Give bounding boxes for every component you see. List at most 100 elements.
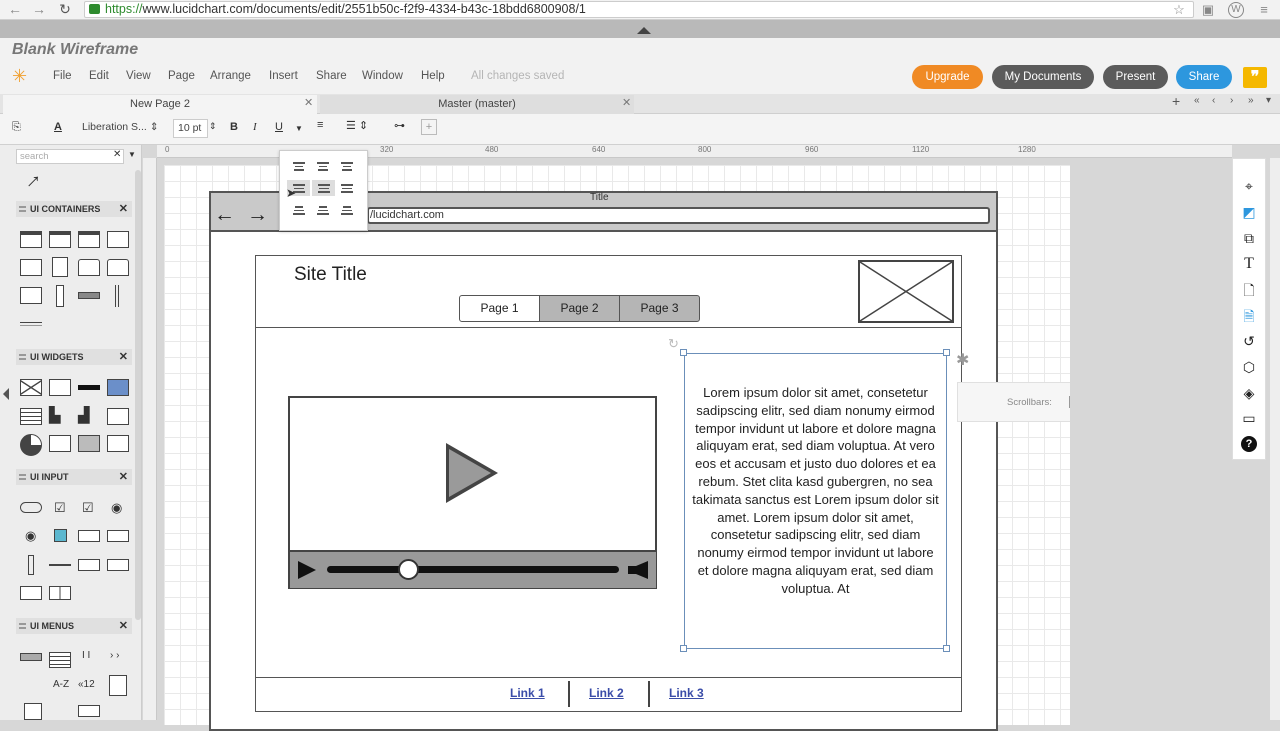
section-ui-widgets[interactable]: UI WIDGETS ✕ xyxy=(16,349,132,365)
bold-button[interactable]: B xyxy=(230,121,238,133)
breadcrumb-icon[interactable]: › › xyxy=(110,650,119,661)
font-family-select[interactable]: Liberation S... ⇕ xyxy=(78,119,166,138)
underline-dropdown-icon[interactable]: ▼ xyxy=(295,124,303,133)
comments-icon[interactable]: ❞ xyxy=(1243,67,1267,88)
back-icon[interactable]: ← xyxy=(6,1,24,18)
menu-icon[interactable]: ≡ xyxy=(1256,2,1272,18)
my-documents-button[interactable]: My Documents xyxy=(992,65,1094,89)
resize-handle[interactable] xyxy=(943,645,950,652)
lucidchart-logo-icon[interactable]: ✳ xyxy=(12,66,34,86)
container-shape-icon[interactable] xyxy=(56,285,64,307)
italic-button[interactable]: I xyxy=(253,121,257,133)
resize-handle[interactable] xyxy=(943,349,950,356)
rotate-handle-icon[interactable]: ↻ xyxy=(668,336,679,352)
forward-icon[interactable]: → xyxy=(30,1,48,18)
align-bottom-left-icon[interactable] xyxy=(290,204,307,216)
insert-box-icon[interactable]: + xyxy=(421,119,437,135)
avatar-icon[interactable] xyxy=(49,435,71,452)
spinner-icon[interactable] xyxy=(78,559,100,571)
reload-icon[interactable]: ↻ xyxy=(56,1,74,18)
section-ui-input[interactable]: UI INPUT ✕ xyxy=(16,469,132,485)
underline-button[interactable]: U xyxy=(275,121,283,133)
text-icon[interactable]: T xyxy=(1241,256,1257,272)
resize-handle[interactable] xyxy=(680,349,687,356)
button-shape-icon[interactable] xyxy=(20,502,42,513)
selected-text-block[interactable]: Lorem ipsum dolor sit amet, consetetur s… xyxy=(684,353,947,649)
text-color-icon[interactable]: A xyxy=(54,121,62,133)
page-scrollbar[interactable] xyxy=(1270,158,1280,720)
page-icon[interactable]: 🗋 xyxy=(1241,282,1257,298)
container-shape-icon[interactable] xyxy=(107,259,129,276)
container-shape-icon[interactable] xyxy=(78,231,100,248)
close-section-icon[interactable]: ✕ xyxy=(119,469,128,485)
page-menu-icon[interactable]: ▾ xyxy=(1266,95,1271,106)
link-icon[interactable]: ⊶ xyxy=(394,119,405,132)
menu-page[interactable]: Page xyxy=(168,70,195,82)
pagination-icon[interactable]: «12 xyxy=(78,679,95,690)
document-link-icon[interactable]: 🗎 xyxy=(1241,308,1257,324)
add-page-icon[interactable]: + xyxy=(1172,93,1180,109)
close-section-icon[interactable]: ✕ xyxy=(119,349,128,365)
bar-chart-icon[interactable]: ▙ xyxy=(49,406,61,424)
checkbox-icon[interactable]: ☑ xyxy=(82,500,94,516)
menu-bar-icon[interactable] xyxy=(20,653,42,661)
font-size-stepper-icon[interactable]: ⇕ xyxy=(209,121,217,132)
alpha-list-icon[interactable]: A-Z xyxy=(53,679,69,690)
radio-icon[interactable]: ◉ xyxy=(111,500,122,516)
text-input-icon[interactable] xyxy=(78,530,100,542)
help-icon[interactable]: ? xyxy=(1241,436,1257,452)
info-icon[interactable]: ⬡ xyxy=(1241,359,1257,375)
menu-window[interactable]: Window xyxy=(362,70,403,82)
clear-search-icon[interactable]: ✕ xyxy=(113,149,121,160)
progress-bar-icon[interactable] xyxy=(78,385,100,390)
container-shape-icon[interactable] xyxy=(115,285,119,307)
keypad-icon[interactable] xyxy=(78,435,100,452)
list-icon[interactable]: ☰ ⇕ xyxy=(346,119,368,132)
menu-edit[interactable]: Edit xyxy=(89,70,109,82)
horizontal-slider-icon[interactable] xyxy=(49,564,71,566)
container-shape-icon[interactable] xyxy=(20,287,42,304)
present-button[interactable]: Present xyxy=(1103,65,1168,89)
close-section-icon[interactable]: ✕ xyxy=(119,618,128,634)
upgrade-button[interactable]: Upgrade xyxy=(912,65,983,89)
panel-menu-icon[interactable] xyxy=(109,675,127,696)
container-shape-icon[interactable] xyxy=(20,259,42,276)
map-icon[interactable] xyxy=(107,379,129,396)
extension-icon[interactable]: ▣ xyxy=(1200,2,1216,18)
container-shape-icon[interactable] xyxy=(49,231,71,248)
star-icon[interactable]: ☆ xyxy=(1171,2,1187,18)
menu-file[interactable]: File xyxy=(53,70,72,82)
format-painter-icon[interactable]: ⎘ xyxy=(12,121,21,134)
vertical-slider-icon[interactable] xyxy=(28,555,34,575)
menu-shape-icon[interactable] xyxy=(78,705,100,717)
align-middle-right-icon[interactable] xyxy=(338,182,355,194)
url-bar[interactable]: https://www.lucidchart.com/documents/edi… xyxy=(84,1,1194,18)
next-page-icon[interactable]: › xyxy=(1230,95,1233,106)
container-shape-icon[interactable] xyxy=(78,259,100,276)
dropdown-input-icon[interactable] xyxy=(107,530,129,542)
divider-shape-icon[interactable] xyxy=(20,322,42,326)
image-placeholder-icon[interactable] xyxy=(20,379,42,396)
section-ui-menus[interactable]: UI MENUS ✕ xyxy=(16,618,132,634)
menu-arrange[interactable]: Arrange xyxy=(210,70,251,82)
settings-gear-icon[interactable]: ✱ xyxy=(956,350,969,370)
pie-chart-icon[interactable] xyxy=(20,434,42,456)
shape-search-input[interactable]: search xyxy=(16,149,124,164)
document-title[interactable]: Blank Wireframe xyxy=(12,41,138,59)
account-icon[interactable]: W xyxy=(1228,2,1244,18)
video-player-icon[interactable] xyxy=(49,379,71,396)
last-page-icon[interactable]: » xyxy=(1248,95,1254,106)
layers-icon[interactable]: ◈ xyxy=(1241,385,1257,401)
close-tab-icon[interactable]: ✕ xyxy=(622,96,631,109)
section-ui-containers[interactable]: UI CONTAINERS ✕ xyxy=(16,201,132,217)
container-shape-icon[interactable] xyxy=(52,257,68,277)
crosshair-icon[interactable]: ⌖ xyxy=(1241,178,1257,194)
prev-page-icon[interactable]: ‹ xyxy=(1212,95,1215,106)
presentation-icon[interactable]: ▭ xyxy=(1241,410,1257,426)
search-box-icon[interactable] xyxy=(107,559,129,571)
tab-master[interactable]: Master (master) xyxy=(320,95,634,114)
date-picker-icon[interactable] xyxy=(20,586,42,600)
close-tab-icon[interactable]: ✕ xyxy=(304,96,313,109)
align-top-center-icon[interactable] xyxy=(314,160,331,172)
checkbox-icon[interactable]: ☑ xyxy=(54,500,66,516)
